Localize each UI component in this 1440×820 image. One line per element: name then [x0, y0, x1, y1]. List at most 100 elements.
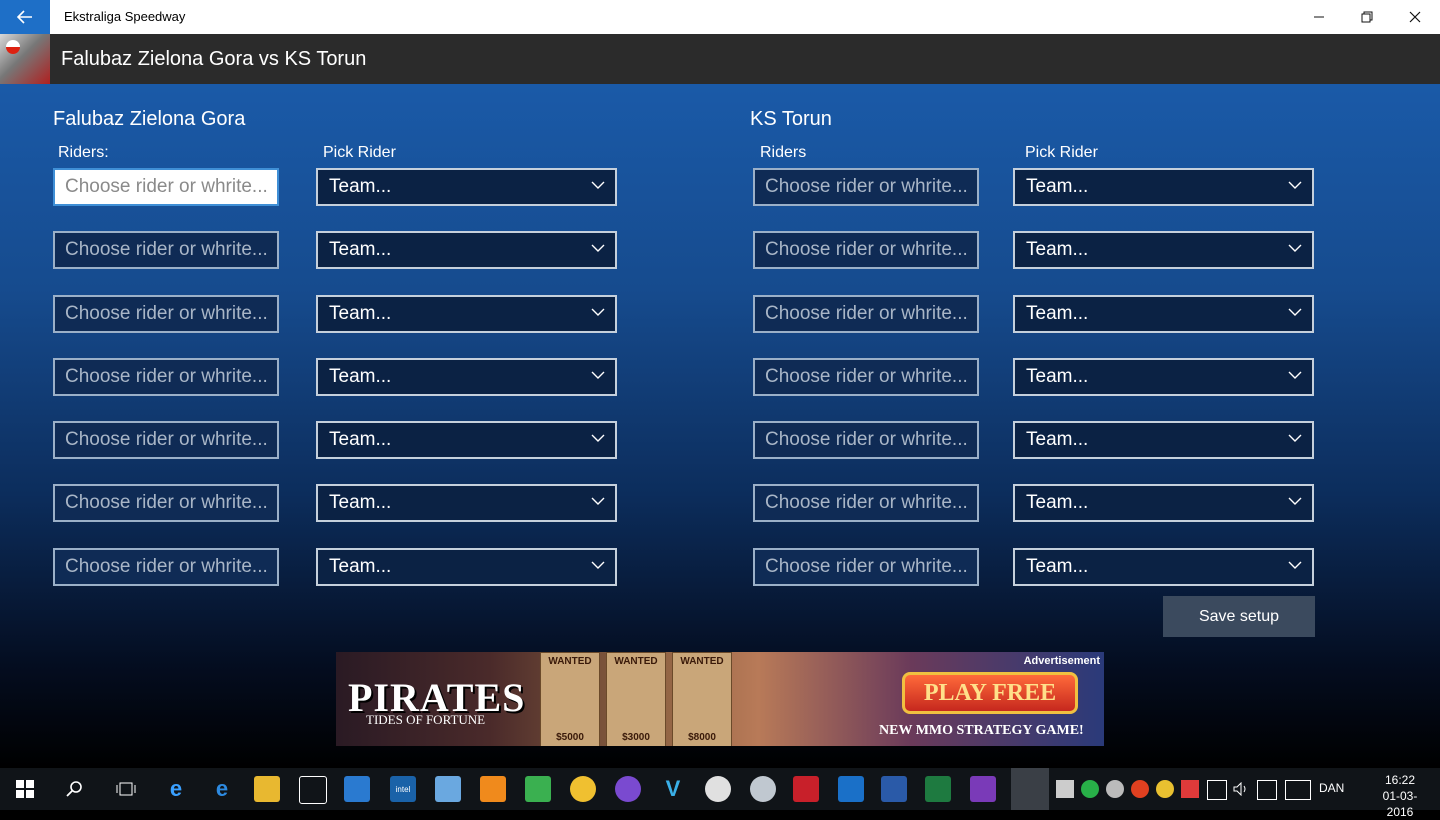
- chevron-down-icon: [591, 308, 605, 316]
- team-select-value: Team...: [329, 176, 392, 197]
- app-icon[interactable]: [615, 776, 641, 802]
- chevron-down-icon: [1288, 497, 1302, 505]
- word-icon[interactable]: [881, 776, 907, 802]
- chevron-down-icon: [1288, 561, 1302, 569]
- away-rider-input-1[interactable]: [753, 168, 979, 206]
- minimize-button[interactable]: [1296, 0, 1342, 34]
- restore-button[interactable]: [1344, 0, 1390, 34]
- internet-explorer-icon[interactable]: e: [163, 776, 189, 802]
- tray-app-icon[interactable]: [1131, 780, 1149, 798]
- chevron-down-icon: [591, 434, 605, 442]
- outlook-icon[interactable]: [838, 776, 864, 802]
- acrobat-icon[interactable]: [793, 776, 819, 802]
- away-rider-input-5[interactable]: [753, 421, 979, 459]
- away-team-select-2[interactable]: Team...: [1013, 231, 1314, 269]
- visual-studio-icon[interactable]: [970, 776, 996, 802]
- advertisement-banner[interactable]: Advertisement WANTED $5000 WANTED $3000 WA…: [336, 652, 1104, 746]
- app-icon[interactable]: [480, 776, 506, 802]
- restore-icon: [1361, 11, 1373, 23]
- away-rider-input-2[interactable]: [753, 231, 979, 269]
- volume-icon[interactable]: [1232, 780, 1250, 798]
- away-pick-label: Pick Rider: [1025, 144, 1098, 161]
- app-icon[interactable]: [344, 776, 370, 802]
- excel-icon[interactable]: [925, 776, 951, 802]
- home-rider-input-1[interactable]: [53, 168, 279, 206]
- save-setup-button[interactable]: Save setup: [1163, 596, 1315, 637]
- away-rider-input-6[interactable]: [753, 484, 979, 522]
- team-select-value: Team...: [329, 492, 392, 513]
- tray-app-icon[interactable]: [1081, 780, 1099, 798]
- search-icon[interactable]: [62, 776, 88, 802]
- close-icon: [1409, 11, 1421, 23]
- cloud-icon[interactable]: [1106, 780, 1124, 798]
- away-rider-input-7[interactable]: [753, 548, 979, 586]
- away-team-select-5[interactable]: Team...: [1013, 421, 1314, 459]
- keyboard-icon[interactable]: [1285, 780, 1311, 800]
- notifications-icon[interactable]: [1257, 780, 1277, 800]
- team-select-value: Team...: [1026, 556, 1089, 577]
- home-rider-input-2[interactable]: [53, 231, 279, 269]
- tray-app-icon[interactable]: [1181, 780, 1199, 798]
- flag-icon: [6, 40, 20, 54]
- app-icon[interactable]: [750, 776, 776, 802]
- home-team-select-4[interactable]: Team...: [316, 358, 617, 396]
- team-select-value: Team...: [329, 303, 392, 324]
- team-select-value: Team...: [329, 239, 392, 260]
- task-view-icon[interactable]: [113, 776, 139, 802]
- tray-app-icon[interactable]: [1056, 780, 1074, 798]
- speedway-app-icon[interactable]: [1011, 768, 1049, 810]
- intel-icon[interactable]: intel: [390, 776, 416, 802]
- store-icon[interactable]: [299, 776, 327, 804]
- home-pick-label: Pick Rider: [323, 144, 396, 161]
- home-team-select-2[interactable]: Team...: [316, 231, 617, 269]
- away-team-select-4[interactable]: Team...: [1013, 358, 1314, 396]
- app-icon[interactable]: [705, 776, 731, 802]
- app-icon[interactable]: [435, 776, 461, 802]
- team-select-value: Team...: [329, 556, 392, 577]
- chevron-down-icon: [591, 244, 605, 252]
- home-team-select-1[interactable]: Team...: [316, 168, 617, 206]
- home-rider-input-7[interactable]: [53, 548, 279, 586]
- network-icon[interactable]: [1207, 780, 1227, 800]
- home-rider-input-3[interactable]: [53, 295, 279, 333]
- page-header: Falubaz Zielona Gora vs KS Torun: [0, 34, 1440, 84]
- home-team-select-6[interactable]: Team...: [316, 484, 617, 522]
- away-team-select-3[interactable]: Team...: [1013, 295, 1314, 333]
- edge-icon[interactable]: e: [209, 776, 235, 802]
- home-team-select-3[interactable]: Team...: [316, 295, 617, 333]
- chevron-down-icon: [1288, 308, 1302, 316]
- home-team-name: Falubaz Zielona Gora: [53, 108, 246, 130]
- app-icon[interactable]: [525, 776, 551, 802]
- tray-app-icon[interactable]: [1156, 780, 1174, 798]
- back-button[interactable]: [0, 0, 50, 34]
- file-explorer-icon[interactable]: [254, 776, 280, 802]
- wanted-poster: WANTED $8000: [672, 652, 732, 746]
- clock[interactable]: 16:22 01-03-2016: [1375, 772, 1425, 820]
- chevron-down-icon: [591, 371, 605, 379]
- windows-start-icon[interactable]: [12, 776, 38, 802]
- language-indicator[interactable]: DAN: [1319, 781, 1344, 795]
- app-icon[interactable]: [570, 776, 596, 802]
- away-team-select-1[interactable]: Team...: [1013, 168, 1314, 206]
- away-rider-input-3[interactable]: [753, 295, 979, 333]
- home-riders-label: Riders:: [58, 144, 109, 161]
- windows-taskbar: e e intel V DAN 16:22 01-03-2016: [0, 768, 1440, 819]
- home-team-select-7[interactable]: Team...: [316, 548, 617, 586]
- ekstraliga-logo: [0, 34, 50, 84]
- away-team-select-6[interactable]: Team...: [1013, 484, 1314, 522]
- play-free-button[interactable]: PLAY FREE: [902, 672, 1078, 714]
- team-select-value: Team...: [1026, 239, 1089, 260]
- home-rider-input-4[interactable]: [53, 358, 279, 396]
- chevron-down-icon: [1288, 371, 1302, 379]
- away-riders-label: Riders: [760, 144, 807, 161]
- home-team-select-5[interactable]: Team...: [316, 421, 617, 459]
- home-rider-input-6[interactable]: [53, 484, 279, 522]
- away-rider-input-4[interactable]: [753, 358, 979, 396]
- away-team-select-7[interactable]: Team...: [1013, 548, 1314, 586]
- clock-time: 16:22: [1384, 773, 1416, 787]
- vimeo-icon[interactable]: V: [660, 776, 686, 802]
- title-bar: Ekstraliga Speedway: [0, 0, 1440, 34]
- home-rider-input-5[interactable]: [53, 421, 279, 459]
- chevron-down-icon: [591, 497, 605, 505]
- close-button[interactable]: [1392, 0, 1438, 34]
